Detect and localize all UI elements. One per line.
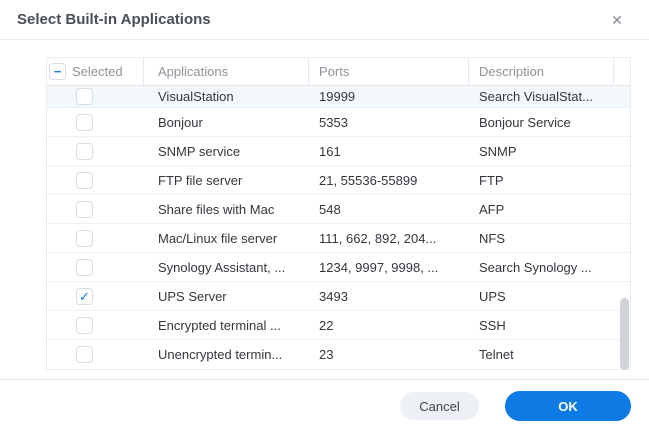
cell-ports: 22 <box>309 318 469 333</box>
cell-ports: 161 <box>309 144 469 159</box>
table-row[interactable]: ✓ UPS Server 3493 UPS <box>47 282 630 311</box>
applications-table: − Selected Applications Ports Descriptio… <box>46 57 631 370</box>
row-checkbox[interactable] <box>76 259 93 276</box>
cell-application: Encrypted terminal ... <box>144 318 309 333</box>
dialog-window: Select Built-in Applications ✕ − Selecte… <box>0 0 649 427</box>
cell-application: Unencrypted termin... <box>144 347 309 362</box>
table-body: VisualStation 19999 Search VisualStat...… <box>47 86 630 369</box>
table-row[interactable]: Encrypted terminal ... 22 SSH <box>47 311 630 340</box>
row-checkbox[interactable] <box>76 317 93 334</box>
cell-application: UPS Server <box>144 289 309 304</box>
column-header-selected-label: Selected <box>72 64 123 79</box>
dialog-titlebar: Select Built-in Applications ✕ <box>0 0 649 40</box>
table-row[interactable]: VisualStation 19999 Search VisualStat... <box>47 86 630 108</box>
ok-button[interactable]: OK <box>505 391 631 421</box>
cell-selected <box>47 259 144 276</box>
row-checkbox[interactable] <box>76 346 93 363</box>
cell-ports: 548 <box>309 202 469 217</box>
cell-description: Telnet <box>469 347 614 362</box>
cell-ports: 23 <box>309 347 469 362</box>
column-header-ports[interactable]: Ports <box>309 58 469 85</box>
row-checkbox[interactable] <box>76 143 93 160</box>
cell-application: Mac/Linux file server <box>144 231 309 246</box>
row-checkbox[interactable] <box>76 201 93 218</box>
cell-description: FTP <box>469 173 614 188</box>
table-header-gutter <box>614 58 630 85</box>
table-row[interactable]: Synology Assistant, ... 1234, 9997, 9998… <box>47 253 630 282</box>
table-row[interactable]: Share files with Mac 548 AFP <box>47 195 630 224</box>
column-header-description[interactable]: Description <box>469 58 614 85</box>
cell-description: NFS <box>469 231 614 246</box>
cell-application: VisualStation <box>144 89 309 104</box>
cell-selected <box>47 114 144 131</box>
table-row[interactable]: SNMP service 161 SNMP <box>47 137 630 166</box>
table-row[interactable]: Mac/Linux file server 111, 662, 892, 204… <box>47 224 630 253</box>
cell-description: Search Synology ... <box>469 260 614 275</box>
cell-selected <box>47 346 144 363</box>
select-all-checkbox[interactable]: − <box>49 63 66 80</box>
cancel-button[interactable]: Cancel <box>400 392 479 420</box>
cell-description: SSH <box>469 318 614 333</box>
row-checkbox[interactable] <box>76 114 93 131</box>
dialog-title: Select Built-in Applications <box>17 11 211 28</box>
cell-application: Bonjour <box>144 115 309 130</box>
cell-ports: 3493 <box>309 289 469 304</box>
vertical-scrollbar-thumb[interactable] <box>620 298 629 370</box>
cell-selected <box>47 88 144 105</box>
close-icon[interactable]: ✕ <box>607 10 627 30</box>
cell-ports: 111, 662, 892, 204... <box>309 231 469 246</box>
cell-application: SNMP service <box>144 144 309 159</box>
table-row[interactable]: FTP file server 21, 55536-55899 FTP <box>47 166 630 195</box>
cell-description: SNMP <box>469 144 614 159</box>
column-header-selected[interactable]: − Selected <box>47 58 144 85</box>
column-header-applications[interactable]: Applications <box>144 58 309 85</box>
row-checkbox[interactable] <box>76 230 93 247</box>
row-checkbox[interactable]: ✓ <box>76 288 93 305</box>
indeterminate-icon: − <box>54 65 62 78</box>
cell-description: Bonjour Service <box>469 115 614 130</box>
checkbox-check-icon: ✓ <box>79 290 90 303</box>
cell-application: Share files with Mac <box>144 202 309 217</box>
row-checkbox[interactable] <box>76 172 93 189</box>
cell-description: Search VisualStat... <box>469 89 614 104</box>
cell-ports: 1234, 9997, 9998, ... <box>309 260 469 275</box>
cell-selected <box>47 317 144 334</box>
cell-selected <box>47 201 144 218</box>
row-checkbox[interactable] <box>76 88 93 105</box>
cell-application: Synology Assistant, ... <box>144 260 309 275</box>
cell-selected: ✓ <box>47 288 144 305</box>
table-row[interactable]: Unencrypted termin... 23 Telnet <box>47 340 630 369</box>
cell-selected <box>47 172 144 189</box>
cell-selected <box>47 230 144 247</box>
cell-ports: 21, 55536-55899 <box>309 173 469 188</box>
footer-divider <box>0 379 649 380</box>
cell-description: UPS <box>469 289 614 304</box>
cell-selected <box>47 143 144 160</box>
cell-ports: 19999 <box>309 89 469 104</box>
table-row[interactable]: Bonjour 5353 Bonjour Service <box>47 108 630 137</box>
cell-description: AFP <box>469 202 614 217</box>
cell-ports: 5353 <box>309 115 469 130</box>
table-header-row: − Selected Applications Ports Descriptio… <box>47 58 630 86</box>
cell-application: FTP file server <box>144 173 309 188</box>
